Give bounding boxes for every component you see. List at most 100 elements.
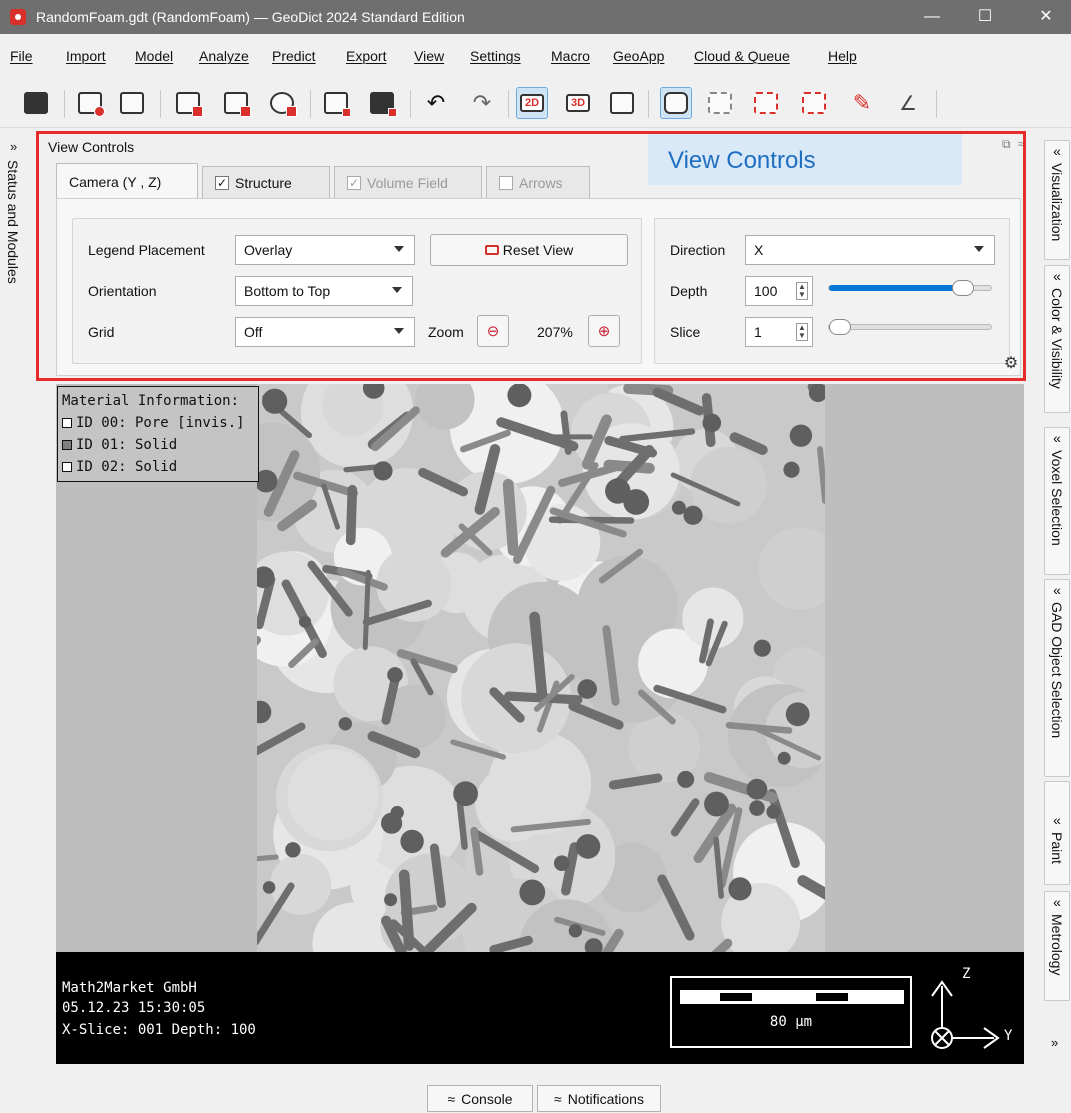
menu-cloud-queue[interactable]: Cloud & Queue bbox=[694, 48, 790, 64]
status-and-modules-tab[interactable]: Status and Modules bbox=[5, 160, 21, 284]
zoom-label: Zoom bbox=[428, 324, 464, 340]
open-folder-icon[interactable] bbox=[20, 87, 52, 119]
tab-structure[interactable]: ✓ Structure bbox=[202, 166, 330, 198]
volume-field-checkbox[interactable]: ✓ bbox=[347, 175, 361, 190]
close-button[interactable]: ✕ bbox=[1023, 0, 1069, 34]
minimize-button[interactable]: — bbox=[909, 0, 955, 34]
menu-import[interactable]: Import bbox=[66, 48, 106, 64]
material-label: ID 01: Solid bbox=[76, 437, 178, 453]
chevron-down-icon bbox=[974, 246, 984, 252]
gear-icon[interactable]: ⚙ bbox=[1002, 355, 1020, 373]
chevron-down-icon bbox=[394, 246, 404, 252]
table-icon[interactable] bbox=[320, 87, 352, 119]
depth-label: Depth bbox=[670, 283, 708, 299]
menu-geoapp[interactable]: GeoApp bbox=[613, 48, 664, 64]
slice-label: Slice bbox=[670, 324, 701, 340]
legend-placement-select[interactable]: Overlay bbox=[235, 235, 415, 265]
toolbar-separator bbox=[64, 90, 65, 118]
report-icon[interactable] bbox=[116, 87, 148, 119]
paint-tab[interactable]: « Paint bbox=[1044, 781, 1070, 885]
check-region-icon[interactable] bbox=[750, 87, 782, 119]
voxel-selection-tab[interactable]: « Voxel Selection bbox=[1044, 427, 1070, 575]
grid-value: Off bbox=[244, 324, 263, 340]
axis-y-label: Y bbox=[1004, 1028, 1013, 1044]
depth-spinbox[interactable]: 100 ▲ ▼ bbox=[745, 276, 813, 306]
tab-volume-field[interactable]: ✓ Volume Field bbox=[334, 166, 482, 198]
select-region-icon[interactable] bbox=[704, 87, 736, 119]
2d-view-button[interactable]: 2D bbox=[516, 87, 548, 119]
metrology-tab[interactable]: « Metrology bbox=[1044, 891, 1070, 1001]
collapse-chevron-icon: « bbox=[1053, 143, 1061, 159]
menu-help[interactable]: Help bbox=[828, 48, 857, 64]
structure-checkbox[interactable]: ✓ bbox=[215, 175, 229, 190]
color-visibility-tab[interactable]: « Color & Visibility bbox=[1044, 265, 1070, 413]
menu-view[interactable]: View bbox=[414, 48, 444, 64]
toolbar-separator bbox=[410, 90, 411, 118]
tab-camera[interactable]: Camera (Y , Z) bbox=[56, 163, 198, 199]
menu-settings[interactable]: Settings bbox=[470, 48, 521, 64]
material-swatch bbox=[62, 440, 72, 450]
pointer-icon[interactable] bbox=[606, 87, 638, 119]
visualization-tab-label: Visualization bbox=[1049, 163, 1065, 242]
menu-macro[interactable]: Macro bbox=[551, 48, 590, 64]
maximize-button[interactable]: ☐ bbox=[962, 0, 1008, 34]
menu-file[interactable]: File bbox=[10, 48, 33, 64]
reset-view-icon bbox=[484, 245, 499, 255]
orientation-label: Orientation bbox=[88, 283, 157, 299]
slice-slider[interactable] bbox=[828, 319, 992, 335]
notifications-button[interactable]: ≈ Notifications bbox=[537, 1085, 661, 1112]
3d-view-button[interactable]: 3D bbox=[562, 87, 594, 119]
collapse-chevron-icon: « bbox=[1053, 582, 1061, 598]
arrows-checkbox[interactable] bbox=[499, 175, 513, 190]
orientation-select[interactable]: Bottom to Top bbox=[235, 276, 413, 306]
toolbar: ↶ ↷ 2D 3D ✎ ∠ bbox=[0, 78, 1071, 128]
grid-select[interactable]: Off bbox=[235, 317, 415, 347]
select-icon[interactable] bbox=[660, 87, 692, 119]
zoom-in-icon[interactable]: ⊕ bbox=[588, 315, 620, 347]
tab-arrows-label: Arrows bbox=[519, 174, 563, 191]
cube-lock-icon[interactable] bbox=[172, 87, 204, 119]
tab-arrows[interactable]: Arrows bbox=[486, 166, 590, 198]
menu-analyze[interactable]: Analyze bbox=[199, 48, 249, 64]
menu-export[interactable]: Export bbox=[346, 48, 386, 64]
database-icon[interactable] bbox=[366, 87, 398, 119]
depth-slider-handle[interactable] bbox=[952, 280, 974, 296]
console-button[interactable]: ≈ Console bbox=[427, 1085, 533, 1112]
slice-value: 1 bbox=[754, 324, 762, 340]
axis-indicator bbox=[931, 980, 1000, 1049]
menu-predict[interactable]: Predict bbox=[272, 48, 316, 64]
direction-select[interactable]: X bbox=[745, 235, 995, 265]
zoom-out-icon[interactable]: ⊖ bbox=[477, 315, 509, 347]
float-panel-icon[interactable]: ⧉ bbox=[1002, 137, 1011, 152]
paint-icon[interactable]: ✎ bbox=[846, 87, 878, 119]
undo-icon[interactable]: ↶ bbox=[420, 87, 452, 119]
check-region-alt-icon[interactable] bbox=[798, 87, 830, 119]
redo-icon[interactable]: ↷ bbox=[466, 87, 498, 119]
visualization-tab[interactable]: « Visualization bbox=[1044, 140, 1070, 260]
spin-arrows-icon[interactable]: ▲ ▼ bbox=[796, 282, 808, 300]
gad-object-selection-tab[interactable]: « GAD Object Selection bbox=[1044, 579, 1070, 777]
view-controls-callout: View Controls bbox=[648, 133, 962, 185]
structure-icon[interactable] bbox=[74, 87, 106, 119]
info-company: Math2Market GmbH bbox=[62, 980, 197, 996]
spin-arrows-icon[interactable]: ▲ ▼ bbox=[796, 323, 808, 341]
foam-slice-image bbox=[257, 384, 825, 952]
measure-icon[interactable]: ∠ bbox=[892, 87, 924, 119]
collapse-chevron-icon: « bbox=[1053, 894, 1061, 910]
console-chevron-icon: ≈ bbox=[447, 1090, 456, 1107]
image-lock-icon[interactable] bbox=[220, 87, 252, 119]
menu-model[interactable]: Model bbox=[135, 48, 173, 64]
menu-bar: File Import Model Analyze Predict Export… bbox=[0, 34, 1071, 78]
expand-down-chevron-icon[interactable]: » bbox=[1051, 1035, 1058, 1050]
toolbar-separator bbox=[936, 90, 937, 118]
left-dock-strip[interactable]: » Status and Modules bbox=[0, 135, 30, 1075]
slice-slider-handle[interactable] bbox=[829, 319, 851, 335]
bottom-bar: ≈ Console ≈ Notifications bbox=[0, 1075, 1071, 1113]
collapse-panel-icon[interactable]: ≈ bbox=[1018, 137, 1025, 151]
depth-slider[interactable] bbox=[828, 280, 992, 296]
chevron-down-icon bbox=[394, 328, 404, 334]
play-lock-icon[interactable] bbox=[266, 87, 298, 119]
reset-view-button[interactable]: Reset View bbox=[430, 234, 628, 266]
expand-chevron-icon[interactable]: » bbox=[10, 139, 17, 154]
slice-spinbox[interactable]: 1 ▲ ▼ bbox=[745, 317, 813, 347]
